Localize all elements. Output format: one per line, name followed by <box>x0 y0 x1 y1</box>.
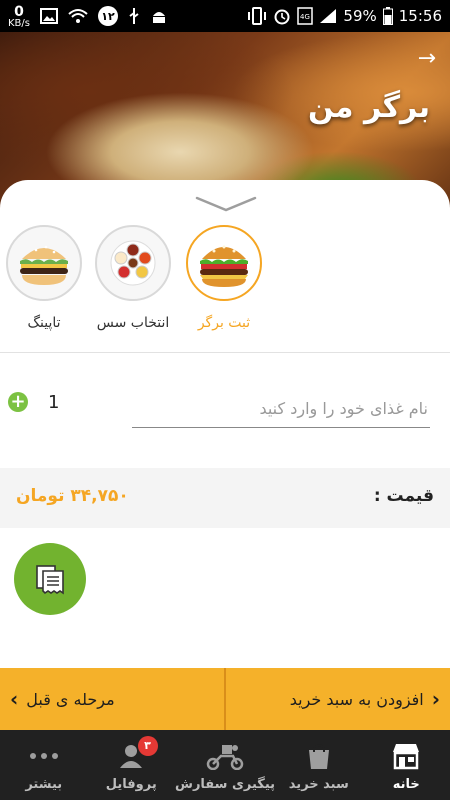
network-speed: 0 KB/s <box>8 3 30 29</box>
add-to-cart-button[interactable]: ‹ افزودن به سبد خرید <box>226 668 440 730</box>
step-topping-label: تاپینگ <box>27 315 61 331</box>
step-sauce[interactable]: انتخاب سس <box>95 225 171 331</box>
increase-quantity-button[interactable]: + <box>8 392 28 412</box>
price-label: قیمت : <box>373 486 434 506</box>
action-separator <box>224 668 226 730</box>
burger-icon <box>200 245 248 287</box>
mobile-data-icon: 4G <box>297 7 314 25</box>
price-row: قیمت : ۳۴,۷۵۰ تومان <box>0 468 450 528</box>
burger-topping-icon <box>20 245 68 285</box>
collapse-chevron-icon[interactable] <box>195 194 257 214</box>
sauces-icon <box>110 240 156 286</box>
back-arrow-icon[interactable]: → <box>418 46 436 71</box>
content-sheet: ثبت برگر انتخاب سس تاپینگ + 1 نام غذای خ… <box>0 180 450 668</box>
network-speed-value: 0 <box>14 3 24 20</box>
bottom-nav: بیشتر ۳ پروفایل پیگیری سفارش سبد خرید خا… <box>0 730 450 800</box>
price-value: ۳۴,۷۵۰ تومان <box>16 486 129 506</box>
clock-time: 15:56 <box>398 7 442 25</box>
nav-home-label: خانه <box>392 776 420 792</box>
step-burger-circle <box>186 225 262 301</box>
step-sauce-circle <box>95 225 171 301</box>
signal-icon <box>320 9 337 23</box>
step-burger-label: ثبت برگر <box>197 315 251 331</box>
nav-more-label: بیشتر <box>25 776 63 792</box>
previous-step-label: مرحله ی قبل <box>26 689 115 709</box>
add-to-cart-label: افزودن به سبد خرید <box>289 689 424 709</box>
receipt-icon <box>36 565 64 595</box>
nav-cart-label: سبد خرید <box>288 776 349 792</box>
divider <box>0 352 450 353</box>
chevron-left-icon: ‹ <box>431 687 440 711</box>
nav-home[interactable]: خانه <box>363 730 450 800</box>
shopping-bag-icon <box>308 743 329 769</box>
status-bar: 0 KB/s ۱۲ 4G 59% 15:56 <box>0 0 450 32</box>
profile-badge: ۳ <box>137 736 158 756</box>
nav-profile[interactable]: ۳ پروفایل <box>88 730 176 800</box>
step-selector: ثبت برگر انتخاب سس تاپینگ <box>0 225 450 335</box>
step-topping[interactable]: تاپینگ <box>6 225 82 331</box>
android-debug-icon <box>153 12 165 23</box>
delivery-scooter-icon <box>206 744 244 770</box>
svg-text:4G: 4G <box>300 13 310 21</box>
network-speed-unit: KB/s <box>8 17 30 29</box>
vibrate-icon <box>248 7 267 25</box>
wifi-icon <box>68 9 88 23</box>
usb-icon <box>129 8 139 24</box>
step-sauce-label: انتخاب سس <box>96 315 170 331</box>
nav-cart[interactable]: سبد خرید <box>275 730 363 800</box>
invoice-button[interactable] <box>14 543 86 615</box>
nav-profile-label: پروفایل <box>105 776 157 792</box>
nav-track-order-label: پیگیری سفارش <box>175 776 276 792</box>
store-icon <box>393 743 420 769</box>
notification-count-badge: ۱۲ <box>98 6 118 26</box>
food-name-input[interactable] <box>132 390 430 428</box>
battery-icon <box>382 7 393 25</box>
nav-track-order[interactable]: پیگیری سفارش <box>175 730 275 800</box>
nav-more[interactable]: بیشتر <box>0 730 88 800</box>
action-bar: ‹ افزودن به سبد خرید مرحله ی قبل › <box>0 668 450 730</box>
step-burger[interactable]: ثبت برگر <box>186 225 262 331</box>
previous-step-button[interactable]: مرحله ی قبل › <box>10 668 220 730</box>
step-topping-circle <box>6 225 82 301</box>
more-dots-icon <box>29 752 58 759</box>
quantity-value: 1 <box>48 392 60 413</box>
page-title: برگر من <box>307 90 430 125</box>
gallery-icon <box>40 8 58 24</box>
alarm-icon <box>274 9 290 25</box>
chevron-right-icon: › <box>10 687 19 711</box>
battery-percent: 59% <box>343 7 377 25</box>
